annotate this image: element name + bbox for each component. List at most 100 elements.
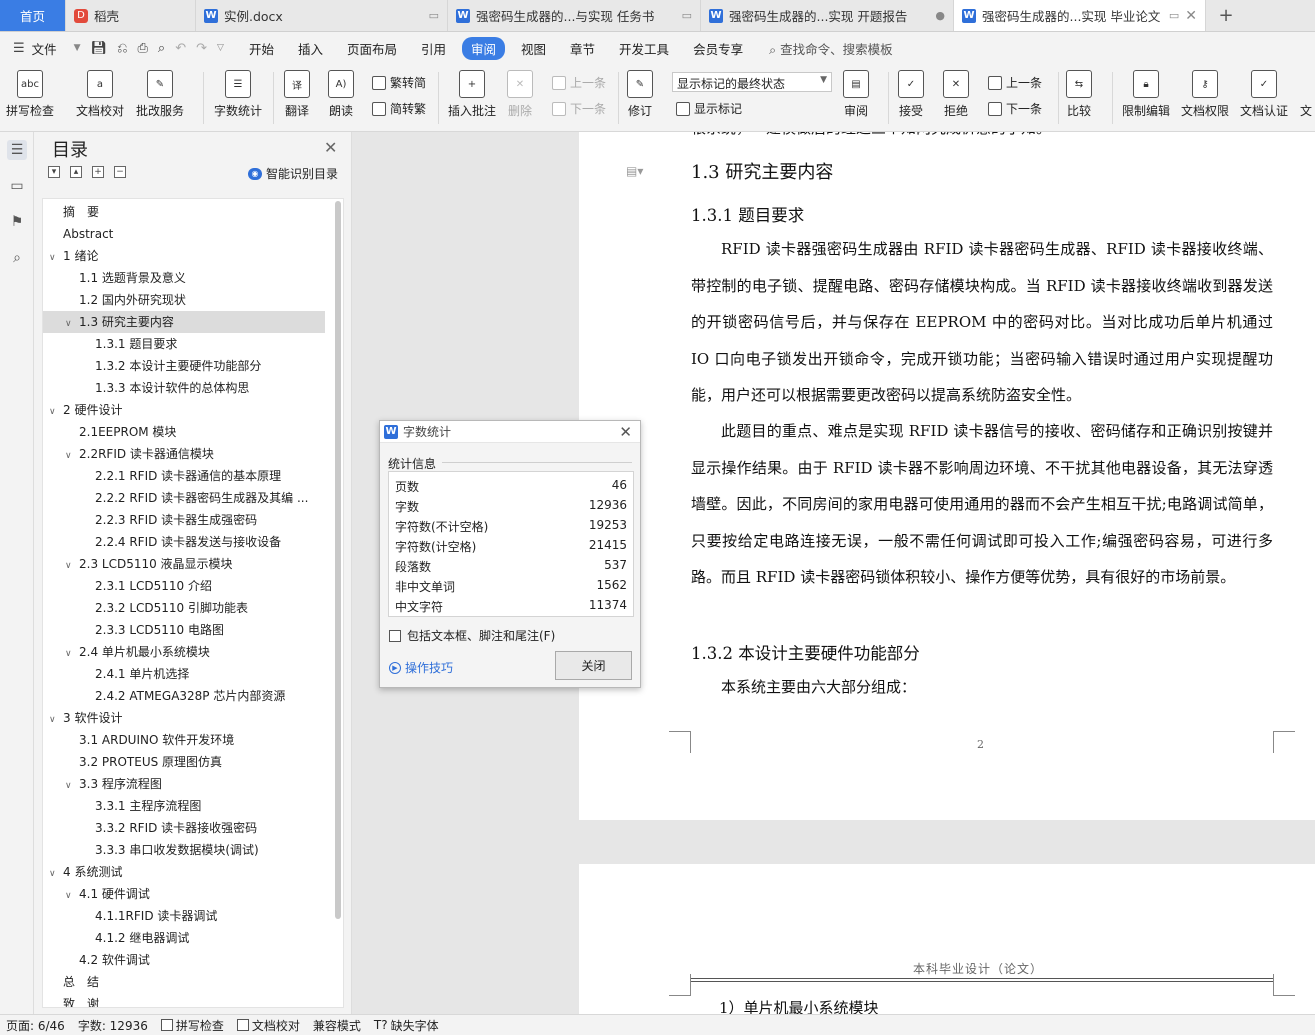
dialog-titlebar[interactable]: W 字数统计 [380,421,640,443]
prev-comment-button[interactable]: 上一条 [552,74,606,91]
chevron-down-icon[interactable]: ∨ [49,863,63,883]
tab-example-docx[interactable]: W 实例.docx ▭ [196,0,448,31]
tab-pin-icon[interactable]: ▭ [682,9,692,22]
close-icon[interactable]: ✕ [324,138,337,157]
toc-item[interactable]: 3.2 PROTEUS 原理图仿真 [43,751,325,773]
collapse-all-icon[interactable]: ▴ [70,166,82,178]
toc-item[interactable]: 2.4.1 单片机选择 [43,663,325,685]
markup-state-select[interactable]: 显示标记的最终状态 ▼ [672,72,832,92]
chevron-down-icon[interactable]: ∨ [65,445,79,465]
add-heading-icon[interactable]: + [92,166,104,178]
toc-item[interactable]: 2.3.1 LCD5110 介绍 [43,575,325,597]
chevron-down-icon[interactable]: ▼ [69,43,86,53]
print-icon[interactable]: ⎙ [133,41,153,56]
toc-item[interactable]: 致 谢 [43,993,325,1007]
show-markup-button[interactable]: 显示标记 [676,100,742,117]
quick-access-dropdown-icon[interactable]: ▽ [212,43,229,53]
close-button[interactable]: 关闭 [555,651,632,680]
toc-item[interactable]: 3.3.2 RFID 读卡器接收强密码 [43,817,325,839]
doc-cert-button[interactable]: ✓ 文档认证 [1240,70,1288,119]
save-icon[interactable]: 💾︎ [86,41,113,56]
toc-item[interactable]: 4.1.2 继电器调试 [43,927,325,949]
toc-item[interactable]: ∨ 4 系统测试 [43,861,325,883]
restrict-editing-button[interactable]: 🔒︎ 限制编辑 [1122,70,1170,119]
spell-check-button[interactable]: abc 拼写检查 [6,70,54,119]
toc-item[interactable]: ∨ 2.3 LCD5110 液晶显示模块 [43,553,325,575]
bookmark-icon[interactable]: ⚑ [7,212,27,232]
toc-item[interactable]: 2.4.2 ATMEGA328P 芯片内部资源 [43,685,325,707]
toc-item[interactable]: 2.2.4 RFID 读卡器发送与接收设备 [43,531,325,553]
chevron-down-icon[interactable]: ∨ [49,247,63,267]
tab-daoke[interactable]: D 稻壳 [66,0,196,31]
toc-item[interactable]: 2.2.2 RFID 读卡器密码生成器及其编 ... [43,487,325,509]
toc-item[interactable]: 2.2.1 RFID 读卡器通信的基本原理 [43,465,325,487]
doc-permission-button[interactable]: ⚷ 文档权限 [1181,70,1229,119]
delete-comment-button[interactable]: ✕ 删除 [507,70,533,119]
toc-item[interactable]: ∨ 1 绪论 [43,245,325,267]
toc-item[interactable]: 3.3.3 串口收发数据模块(调试) [43,839,325,861]
toc-item[interactable]: 总 结 [43,971,325,993]
simp-to-trad-button[interactable]: 简转繁 [372,100,426,117]
toc-scrollbar[interactable] [335,201,341,919]
tips-link[interactable]: ▶ 操作技巧 [389,659,453,676]
print-preview-icon[interactable]: ⌕ [153,41,170,56]
chapter-nav-icon[interactable]: ▭ [7,176,27,196]
toc-item[interactable]: 摘 要 [43,201,325,223]
doc-proofread-button[interactable]: a 文档校对 [76,70,124,119]
menu-reference[interactable]: 引用 [409,39,458,58]
compare-button[interactable]: ⇆ 比较 [1066,70,1092,119]
hamburger-icon[interactable]: ☰ [8,41,30,56]
toc-item[interactable]: ∨ 1.3 研究主要内容 [43,311,325,333]
insert-comment-button[interactable]: + 插入批注 [448,70,496,119]
undo-tool-icon[interactable]: ⎌ [112,41,132,56]
toc-item[interactable]: 3.3.1 主程序流程图 [43,795,325,817]
translate-button[interactable]: 译翻译 [284,70,310,119]
new-tab-button[interactable]: + [1206,0,1246,31]
toc-item[interactable]: ∨ 2.4 单片机最小系统模块 [43,641,325,663]
toc-item[interactable]: 2.1EEPROM 模块 [43,421,325,443]
word-count-indicator[interactable]: 字数: 12936 [72,1017,155,1034]
toc-item[interactable]: 1.2 国内外研究现状 [43,289,325,311]
tab-proposal[interactable]: W 强密码生成器的...实现 开题报告 ● [701,0,954,31]
toc-item[interactable]: 2.3.3 LCD5110 电路图 [43,619,325,641]
include-textbox-checkbox[interactable]: 包括文本框、脚注和尾注(F) [389,627,555,644]
toc-item[interactable]: ∨ 2 硬件设计 [43,399,325,421]
proofread-status[interactable]: 文档校对 [231,1017,307,1034]
page-indicator[interactable]: 页面: 6/46 [0,1017,72,1034]
chevron-down-icon[interactable]: ∨ [65,643,79,663]
menu-file[interactable]: 文件 [30,39,69,58]
menu-layout[interactable]: 页面布局 [335,39,409,58]
expand-all-icon[interactable]: ▾ [48,166,60,178]
smart-toc-button[interactable]: ◉ 智能识别目录 [248,165,338,182]
annotate-service-button[interactable]: ✎ 批改服务 [136,70,184,119]
menu-member[interactable]: 会员专享 [681,39,755,58]
redo-icon[interactable]: ↷ [191,41,212,56]
toc-item[interactable]: ∨ 4.1 硬件调试 [43,883,325,905]
toc-item[interactable]: 1.1 选题背景及意义 [43,267,325,289]
more-ribbon-button[interactable]: 文 [1300,70,1315,119]
menu-start[interactable]: 开始 [237,39,286,58]
toc-item[interactable]: 4.2 软件调试 [43,949,325,971]
toc-item[interactable]: 2.2.3 RFID 读卡器生成强密码 [43,509,325,531]
prev-change-button[interactable]: 上一条 [988,74,1042,91]
chevron-down-icon[interactable]: ∨ [49,401,63,421]
find-icon[interactable]: ⌕ [7,248,27,268]
next-comment-button[interactable]: 下一条 [552,100,606,117]
tab-thesis[interactable]: W 强密码生成器的...实现 毕业论文 ▭ ✕ [954,0,1206,31]
trad-to-simp-button[interactable]: 繁转简 [372,74,426,91]
accept-button[interactable]: ✓ 接受 [898,70,924,119]
toc-item[interactable]: ∨ 3 软件设计 [43,707,325,729]
next-change-button[interactable]: 下一条 [988,100,1042,117]
menu-insert[interactable]: 插入 [286,39,335,58]
search-command[interactable]: ⌕ 查找命令、搜索模板 [755,39,893,58]
toc-item[interactable]: ∨ 3.3 程序流程图 [43,773,325,795]
chevron-down-icon[interactable]: ∨ [49,709,63,729]
menu-chapter[interactable]: 章节 [558,39,607,58]
toc-item[interactable]: Abstract [43,223,325,245]
word-count-button[interactable]: ☰ 字数统计 [214,70,262,119]
menu-view[interactable]: 视图 [509,39,558,58]
toc-item[interactable]: 3.1 ARDUINO 软件开发环境 [43,729,325,751]
toc-panel-icon[interactable]: ☰ [7,140,27,160]
tab-task-book[interactable]: W 强密码生成器的...与实现 任务书 ▭ [448,0,701,31]
toc-item[interactable]: 4.1.1RFID 读卡器调试 [43,905,325,927]
